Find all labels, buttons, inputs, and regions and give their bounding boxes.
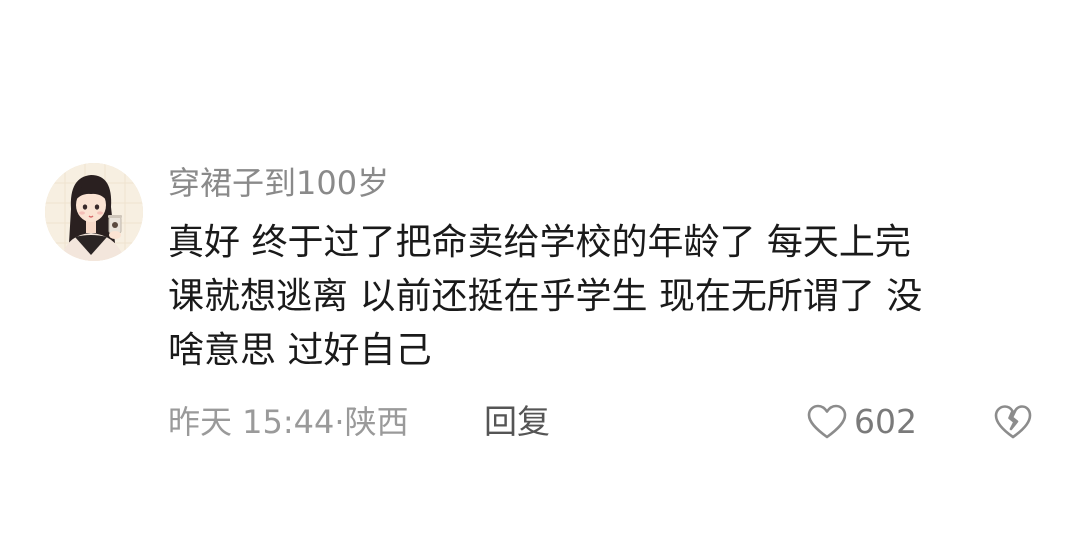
- comment-location: 陕西: [344, 403, 409, 441]
- heart-outline-icon: [807, 404, 847, 439]
- username[interactable]: 穿裙子到100岁: [168, 163, 389, 203]
- like-count: 602: [854, 402, 917, 441]
- comment-meta: 昨天 15:44·陕西: [168, 399, 409, 445]
- meta-separator: ·: [334, 403, 345, 441]
- comment-time: 昨天 15:44: [168, 403, 335, 441]
- reply-button[interactable]: 回复: [484, 399, 550, 445]
- user-avatar-icon: [45, 163, 143, 261]
- avatar[interactable]: [45, 163, 143, 261]
- dislike-button[interactable]: [993, 402, 1033, 442]
- comment-line: 啥意思 过好自己: [168, 330, 432, 371]
- comment-line: 课就想逃离 以前还挺在乎学生 现在无所谓了 没: [168, 276, 923, 317]
- comment-line: 真好 终于过了把命卖给学校的年龄了 每天上完: [168, 222, 911, 263]
- broken-heart-icon: [994, 405, 1032, 439]
- comment-content: 真好 终于过了把命卖给学校的年龄了 每天上完 课就想逃离 以前还挺在乎学生 现在…: [168, 216, 1048, 378]
- like-button[interactable]: 602: [806, 399, 917, 445]
- comment-item: 穿裙子到100岁 真好 终于过了把命卖给学校的年龄了 每天上完 课就想逃离 以前…: [0, 0, 1080, 534]
